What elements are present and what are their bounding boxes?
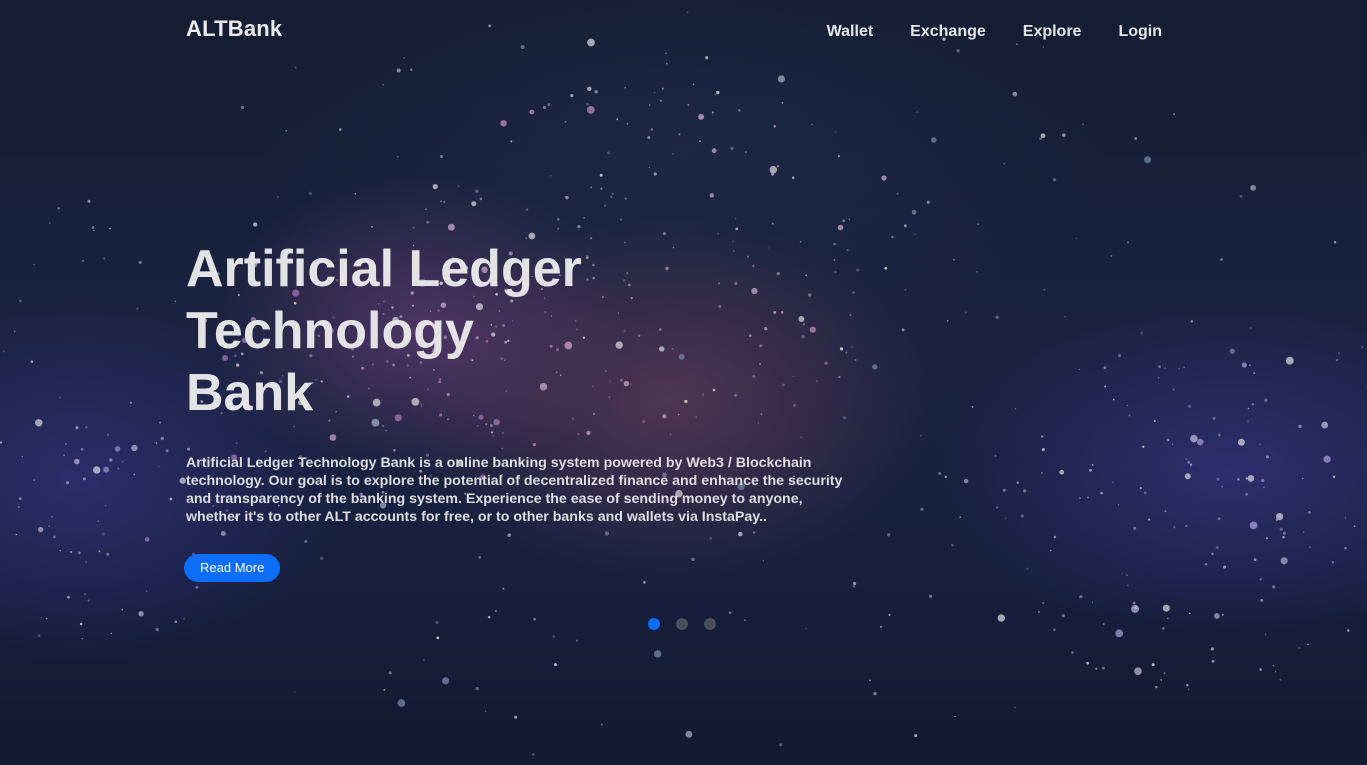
nav-exchange-link[interactable]: Exchange [910, 23, 986, 41]
carousel-indicator-3[interactable] [704, 618, 716, 630]
nav-explore-link[interactable]: Explore [1023, 23, 1082, 41]
hero-section: ALTBank Wallet Exchange Explore Login Ar… [0, 0, 1367, 765]
carousel-indicators [648, 618, 716, 630]
hero-title-line-2: Technology [186, 302, 474, 360]
read-more-button[interactable]: Read More [184, 554, 281, 582]
carousel-indicator-1[interactable] [648, 618, 660, 630]
hero-description: Artificial Ledger Technology Bank is a o… [186, 455, 843, 525]
hero-title-line-1: Artificial Ledger [186, 240, 582, 298]
navbar: ALTBank Wallet Exchange Explore Login [186, 14, 1162, 50]
hero-title: Artificial Ledger Technology Bank [186, 238, 706, 424]
nav-login-link[interactable]: Login [1118, 23, 1162, 41]
carousel-indicator-2[interactable] [676, 618, 688, 630]
hero-title-line-3: Bank [186, 364, 314, 422]
nav-wallet-link[interactable]: Wallet [827, 23, 874, 41]
brand-logo[interactable]: ALTBank [186, 16, 282, 42]
nav-links: Wallet Exchange Explore Login [790, 23, 1162, 41]
